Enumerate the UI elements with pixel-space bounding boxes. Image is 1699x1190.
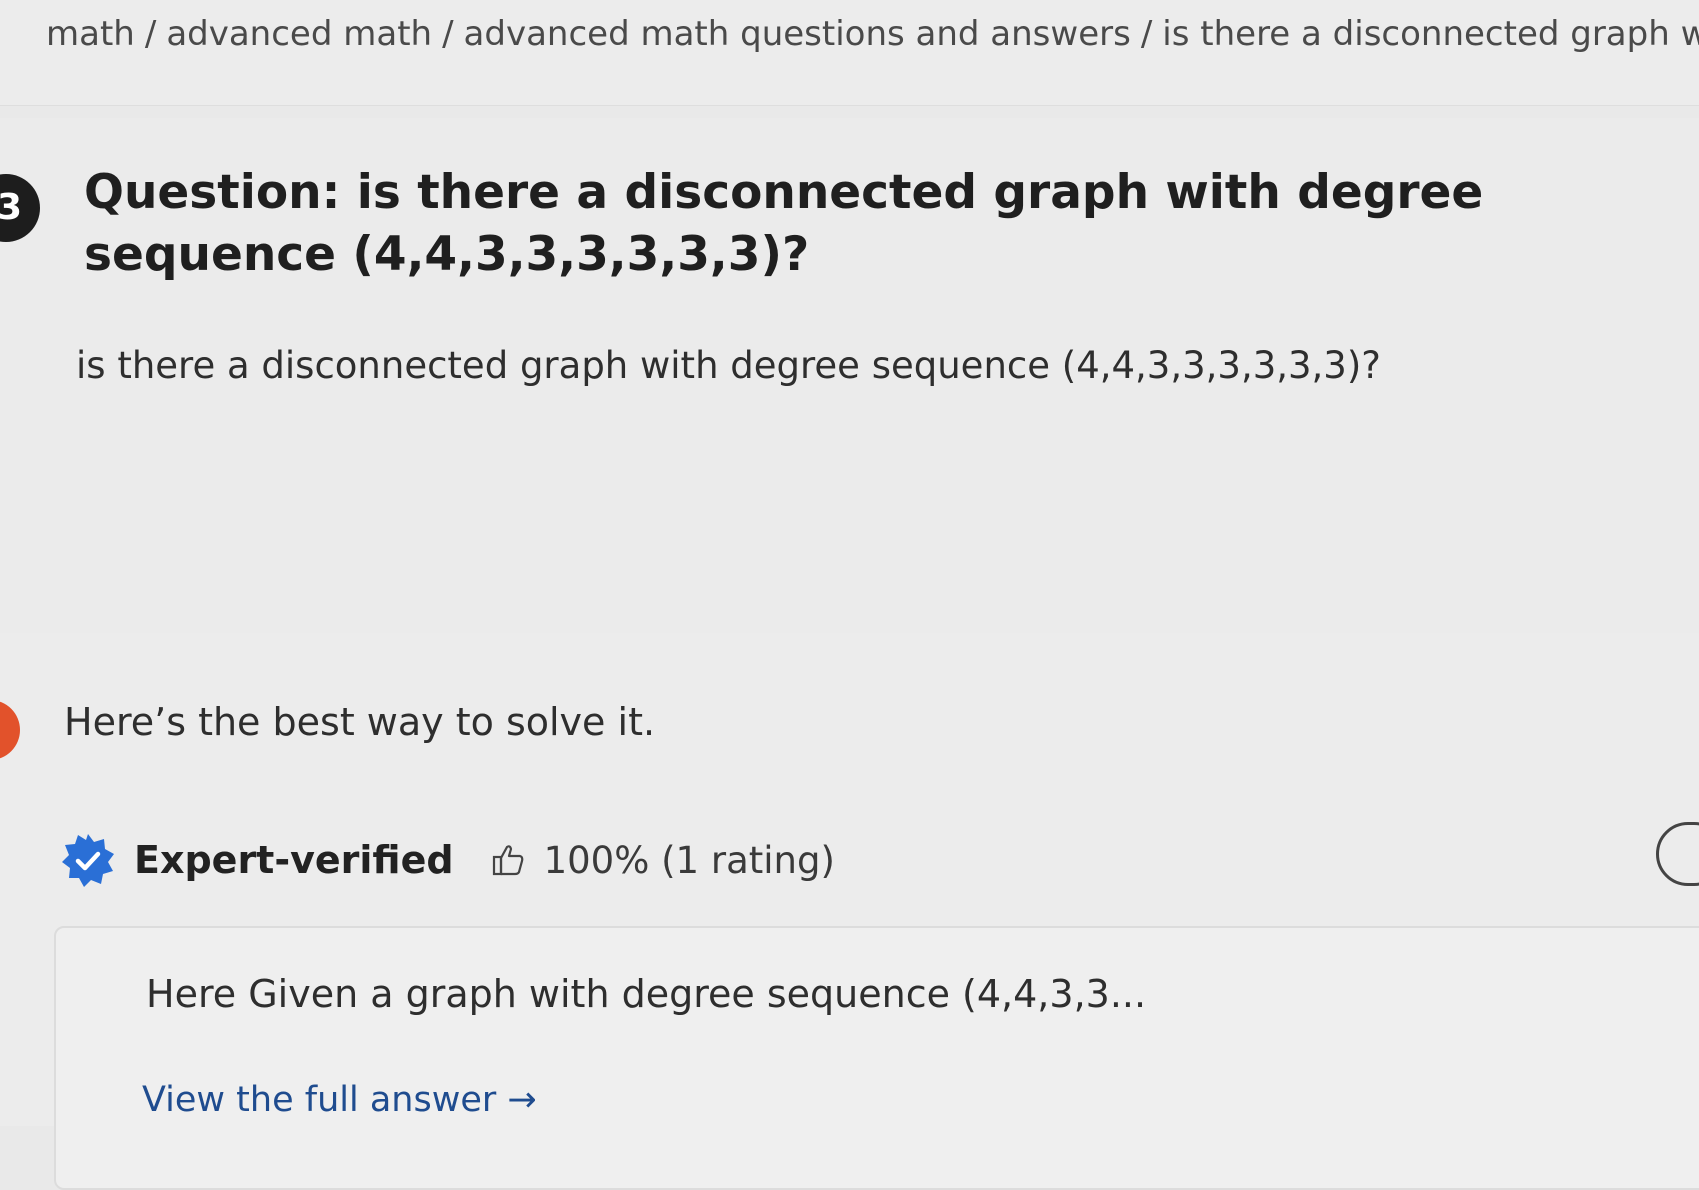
breadcrumb-separator: /	[1140, 14, 1153, 54]
breadcrumb-separator: /	[144, 14, 157, 54]
view-full-answer-link[interactable]: View the full answer →	[142, 1080, 537, 1120]
verified-row: Expert-verified 100% (1 rating)	[60, 830, 835, 890]
thumbs-up-icon[interactable]	[492, 843, 526, 877]
solve-heading: Here’s the best way to solve it.	[64, 700, 656, 744]
breadcrumb-bar: math / advanced math / advanced math questio…	[0, 0, 1699, 106]
question-body: is there a disconnected graph with degre…	[76, 344, 1381, 387]
answer-card	[54, 926, 1699, 1190]
breadcrumb: math / advanced math / advanced math questio…	[46, 14, 1699, 54]
breadcrumb-item-advanced-math[interactable]: advanced math	[166, 14, 432, 54]
verified-badge-icon	[62, 834, 114, 887]
question-title: Question: is there a disconnected graph …	[84, 165, 1484, 282]
breadcrumb-item-questions-and-answers[interactable]: advanced math questions and answers	[464, 14, 1131, 54]
breadcrumb-item-current: is there a disconnected graph with c	[1162, 14, 1699, 54]
breadcrumb-item-math[interactable]: math	[46, 14, 135, 54]
expert-verified-label: Expert-verified	[134, 838, 454, 882]
breadcrumb-separator: /	[442, 14, 454, 54]
rating-text: 100% (1 rating)	[543, 838, 835, 882]
answer-preview: Here Given a graph with degree sequence …	[146, 972, 1147, 1016]
